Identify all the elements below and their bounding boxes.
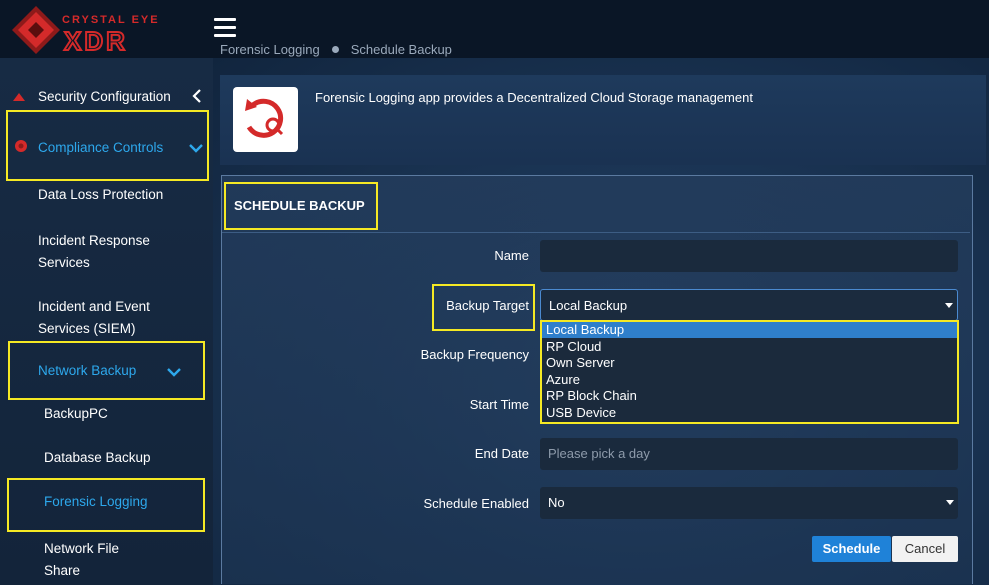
forensic-logging-app-icon bbox=[233, 87, 298, 152]
brand-product: XDR bbox=[64, 26, 128, 56]
dropdown-caret-icon bbox=[945, 303, 953, 308]
breadcrumb-item-forensic-logging[interactable]: Forensic Logging bbox=[220, 42, 320, 57]
highlight-box-target-options bbox=[540, 320, 959, 424]
cancel-button[interactable]: Cancel bbox=[892, 536, 958, 562]
sidebar-item-incident-response-services[interactable]: Incident Response Services bbox=[0, 229, 213, 273]
end-date-placeholder: Please pick a day bbox=[548, 446, 650, 461]
sidebar-item-label: BackupPC bbox=[44, 406, 108, 421]
app-info-panel bbox=[220, 75, 986, 165]
sidebar-item-label: Data Loss Protection bbox=[38, 187, 164, 202]
brand-name: CRYSTAL EYE bbox=[62, 14, 160, 26]
end-date-label: End Date bbox=[474, 446, 529, 461]
backup-target-selected-value: Local Backup bbox=[549, 298, 628, 313]
backup-target-select[interactable]: Local Backup bbox=[540, 289, 958, 321]
sidebar-item-incident-and-event-services[interactable]: Incident and Event Services (SIEM) bbox=[0, 295, 213, 339]
sidebar-item-label: Incident and Event Services (SIEM) bbox=[38, 299, 150, 336]
sidebar-item-backuppc[interactable]: BackupPC bbox=[0, 405, 213, 425]
backup-frequency-label: Backup Frequency bbox=[420, 347, 529, 362]
sidebar-item-label: Network File Share bbox=[44, 541, 120, 578]
sidebar-item-database-backup[interactable]: Database Backup bbox=[0, 449, 213, 469]
start-time-label: Start Time bbox=[469, 397, 529, 412]
schedule-enabled-value: No bbox=[548, 495, 565, 510]
schedule-enabled-label: Schedule Enabled bbox=[423, 496, 529, 511]
highlight-box-compliance-controls bbox=[6, 110, 209, 181]
name-input[interactable] bbox=[540, 240, 958, 272]
sidebar-item-label: Security Configuration bbox=[38, 89, 171, 104]
breadcrumb-separator-icon bbox=[331, 46, 339, 53]
highlight-box-forensic-logging bbox=[7, 478, 205, 532]
warning-triangle-icon bbox=[13, 93, 25, 101]
sidebar-item-security-configuration[interactable]: Security Configuration bbox=[0, 86, 213, 108]
highlight-box-backup-target-label bbox=[432, 284, 535, 331]
highlight-box-card-title bbox=[224, 182, 378, 230]
crystal-eye-logo[interactable]: CRYSTAL EYE XDR bbox=[10, 4, 190, 57]
breadcrumb-item-schedule-backup: Schedule Backup bbox=[350, 42, 452, 57]
dropdown-caret-icon bbox=[946, 500, 954, 505]
chevron-left-icon bbox=[192, 89, 201, 103]
sidebar-item-data-loss-protection[interactable]: Data Loss Protection bbox=[0, 186, 213, 206]
hamburger-menu-icon[interactable] bbox=[214, 18, 236, 38]
sidebar-item-label: Incident Response Services bbox=[38, 233, 150, 270]
schedule-enabled-select[interactable]: No bbox=[540, 487, 958, 519]
end-date-input[interactable]: Please pick a day bbox=[540, 438, 958, 470]
schedule-button[interactable]: Schedule bbox=[812, 536, 891, 562]
sidebar-item-network-file-share[interactable]: Network File Share bbox=[0, 537, 213, 581]
breadcrumb: Forensic Logging Schedule Backup bbox=[220, 42, 452, 57]
highlight-box-network-backup bbox=[8, 341, 205, 400]
sidebar-item-label: Database Backup bbox=[44, 450, 151, 465]
name-label: Name bbox=[494, 248, 529, 263]
app-description: Forensic Logging app provides a Decentra… bbox=[315, 90, 753, 105]
